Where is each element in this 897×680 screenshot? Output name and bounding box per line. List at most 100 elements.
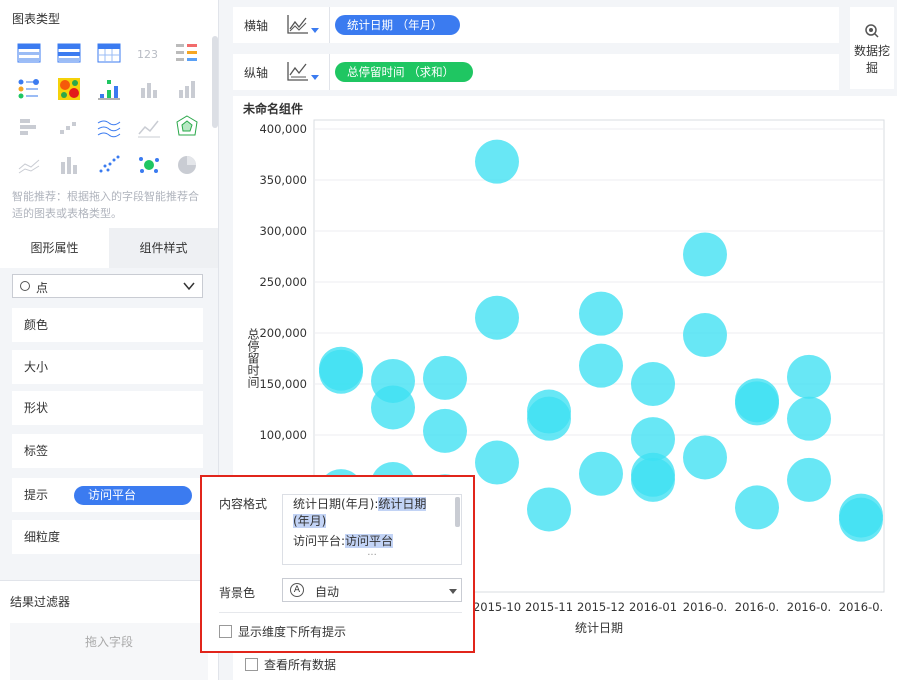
x-axis-bar: 横轴 统计日期 （年月） [233,7,839,43]
area-line-gray-icon[interactable] [16,152,42,178]
scatter-point[interactable] [475,139,519,184]
scatter-point[interactable] [787,457,831,502]
scatter-point[interactable] [579,291,623,336]
view-all-data-label: 查看所有数据 [264,658,337,672]
stacked-dot-icon[interactable] [96,76,122,102]
scatter-point[interactable] [683,313,727,358]
magnifier-icon [865,24,879,38]
format-token-date[interactable]: 统计日期 [378,497,427,511]
column-chart-gray-icon[interactable] [174,76,200,102]
background-color-select[interactable]: A 自动 [282,578,462,602]
kpi-list-icon[interactable] [174,40,200,66]
more-ellipsis[interactable]: ··· [283,551,461,561]
format-line-date-cont: (年月) [293,513,327,530]
scatter-point[interactable] [839,497,883,542]
y-axis-field-pill[interactable]: 总停留时间 （求和） [335,62,473,82]
scatter-point[interactable] [631,457,675,502]
bar-chart-gray-icon[interactable] [136,76,162,102]
format-line-date: 统计日期(年月):统计日期 [293,496,427,513]
dot-list-icon[interactable] [16,76,42,102]
shape-properties-panel: 点 颜色 大小 形状 标签 提示 访问平台 细粒度 [0,268,218,580]
tab-component-style[interactable]: 组件样式 [109,228,218,268]
scatter-point[interactable] [735,381,779,426]
heatmap-icon[interactable] [56,76,82,102]
shape-type-value: 点 [36,281,49,295]
format-line-platform-prefix: 访问平台: [293,534,346,548]
cross-table-icon[interactable] [96,40,122,66]
format-token-month[interactable]: (年月) [293,514,327,528]
scatter-point[interactable] [787,396,831,441]
line-chart-icon[interactable] [287,14,309,34]
shape-type-select[interactable]: 点 [12,274,203,298]
scatter-icon[interactable] [96,152,122,178]
scatter-point[interactable] [735,485,779,530]
tooltip-settings-popup: 内容格式 统计日期(年月):统计日期 (年月) 访问平台:访问平台 ··· 背景… [200,475,475,653]
horizontal-bar-gray-icon[interactable] [16,114,42,140]
scatter-point[interactable] [683,435,727,480]
filter-drop-zone[interactable]: 拖入字段 [10,623,208,680]
y-axis-dropdown-caret[interactable] [311,75,319,80]
scatter-point[interactable] [527,487,571,532]
table-icon[interactable] [16,40,42,66]
scatter-point[interactable] [423,408,467,453]
prop-shape[interactable]: 形状 [12,391,203,425]
tooltip-field-pill[interactable]: 访问平台 [74,486,192,505]
y-tick-label: 200,000 [259,326,307,340]
prop-color[interactable]: 颜色 [12,308,203,342]
y-axis-separator [329,54,330,90]
multi-line-icon[interactable] [96,114,122,140]
content-format-label: 内容格式 [219,497,268,511]
stacked-column-gray-icon[interactable] [56,152,82,178]
scatter-point[interactable] [475,440,519,485]
pie-chart-gray-icon[interactable] [174,152,200,178]
x-tick-label: 2016-0. [683,600,727,614]
line-chart-icon[interactable] [287,61,309,81]
scatter-point[interactable] [579,451,623,496]
scatter-point[interactable] [319,349,363,394]
chart-type-title: 图表类型 [12,12,61,26]
chevron-down-icon [183,282,195,291]
y-axis-label: 纵轴 [244,66,269,80]
waterfall-gray-icon[interactable] [56,114,82,140]
line-chart-gray-icon[interactable] [136,114,162,140]
prop-label[interactable]: 标签 [12,434,203,468]
prop-size[interactable]: 大小 [12,350,203,384]
bubble-chart-icon[interactable] [136,152,162,178]
x-tick-label: 2016-0. [787,600,831,614]
scatter-point[interactable] [371,385,415,430]
content-format-editor[interactable]: 统计日期(年月):统计日期 (年月) 访问平台:访问平台 ··· [282,494,462,565]
y-tick-label: 150,000 [259,377,307,391]
property-tabs: 图形属性 组件样式 [0,228,218,268]
scatter-point[interactable] [527,396,571,441]
x-axis-field-pill[interactable]: 统计日期 （年月） [335,15,460,35]
show-all-tips-checkbox[interactable]: 显示维度下所有提示 [219,623,346,640]
grouped-table-icon[interactable] [56,40,82,66]
component-name[interactable]: 未命名组件 [243,100,303,117]
prop-tooltip[interactable]: 提示 访问平台 [12,478,203,512]
kpi-number-icon[interactable]: 123 [136,40,162,66]
x-tick-label: 2015-11 [525,600,573,614]
scatter-point[interactable] [579,343,623,388]
data-mining-button[interactable]: 数据挖掘 [850,7,894,89]
radar-chart-icon[interactable] [174,114,200,140]
tab-shape-properties[interactable]: 图形属性 [0,228,109,268]
scatter-point[interactable] [631,362,675,406]
prop-granularity[interactable]: 细粒度 [12,520,203,554]
format-token-platform[interactable]: 访问平台 [345,534,394,548]
checkbox-icon [245,658,258,671]
content-format-scrollbar[interactable] [455,497,460,527]
view-all-data-checkbox[interactable]: 查看所有数据 [245,656,336,673]
x-tick-label: 2015-10 [473,600,521,614]
x-tick-label: 2016-01 [629,600,677,614]
chart-type-scrollbar[interactable] [212,36,218,128]
scatter-point[interactable] [683,232,727,277]
svg-text:123: 123 [137,48,158,61]
scatter-point[interactable] [475,295,519,340]
scatter-point[interactable] [423,355,467,400]
format-line-date-prefix: 统计日期(年月): [293,497,379,511]
x-tick-label: 2015-12 [577,600,625,614]
scatter-point[interactable] [787,354,831,399]
data-mining-label: 数据挖掘 [853,44,890,75]
x-axis-dropdown-caret[interactable] [311,28,319,33]
x-tick-label: 2016-0. [735,600,779,614]
